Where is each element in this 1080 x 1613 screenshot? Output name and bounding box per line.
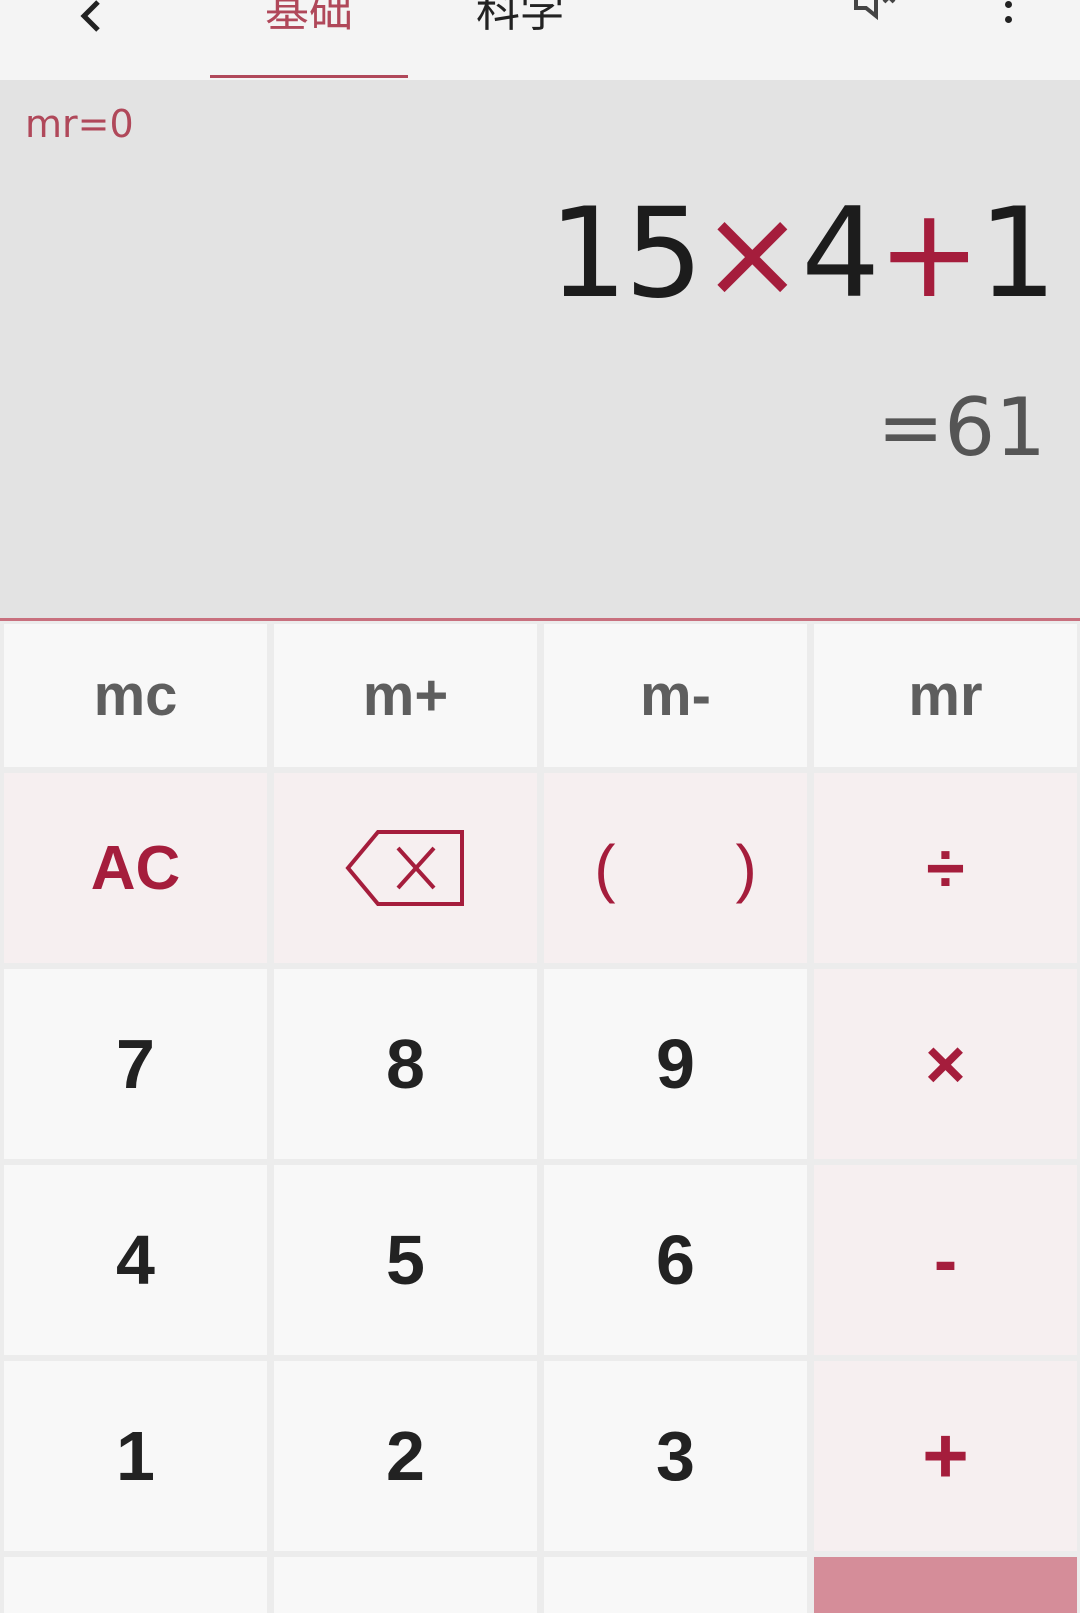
digit-3-button[interactable]: 3 [544, 1361, 807, 1551]
tab-basic[interactable]: 基础 [210, 0, 408, 52]
tab-scientific[interactable]: 科学 [420, 0, 620, 52]
bottom-key-2[interactable] [274, 1557, 537, 1613]
digit-2-button[interactable]: 2 [274, 1361, 537, 1551]
back-button[interactable] [62, 0, 122, 46]
expression-operator: + [877, 182, 981, 326]
m-minus-button[interactable]: m- [544, 624, 807, 767]
plus-button[interactable]: + [814, 1361, 1077, 1551]
clear-button[interactable]: AC [4, 773, 267, 963]
paren-open-label: ( [594, 832, 616, 904]
bottom-key-3[interactable] [544, 1557, 807, 1613]
minus-button[interactable]: - [814, 1165, 1077, 1355]
keypad: mc m+ m- mr AC ( ) ÷ 7 8 9 × 4 5 6 - 1 2… [0, 621, 1080, 1613]
digit-4-button[interactable]: 4 [4, 1165, 267, 1355]
digit-5-button[interactable]: 5 [274, 1165, 537, 1355]
paren-close-label: ) [735, 832, 757, 904]
digit-9-button[interactable]: 9 [544, 969, 807, 1159]
back-arrow-icon [80, 0, 100, 32]
backspace-icon [344, 830, 464, 906]
multiply-button[interactable]: × [814, 969, 1077, 1159]
mc-button[interactable]: mc [4, 624, 267, 767]
divide-button[interactable]: ÷ [814, 773, 1077, 963]
mute-icon [854, 0, 896, 21]
result-text: =61 [877, 381, 1046, 474]
expression-operator: × [700, 182, 804, 326]
more-options-button[interactable] [996, 0, 1020, 36]
digit-1-button[interactable]: 1 [4, 1361, 267, 1551]
backspace-button[interactable] [274, 773, 537, 963]
digit-8-button[interactable]: 8 [274, 969, 537, 1159]
parentheses-button[interactable]: ( ) [544, 773, 807, 963]
expression-operand: 15 [548, 182, 704, 326]
mute-button[interactable] [852, 0, 908, 30]
digit-6-button[interactable]: 6 [544, 1165, 807, 1355]
expression-text: 15×4+1 [549, 192, 1057, 316]
m-plus-button[interactable]: m+ [274, 624, 537, 767]
mr-button[interactable]: mr [814, 624, 1077, 767]
bottom-key-1[interactable] [4, 1557, 267, 1613]
calculator-display: mr=0 15×4+1 =61 [0, 80, 1080, 618]
expression-operand: 1 [978, 182, 1057, 326]
expression-operand: 4 [801, 182, 880, 326]
memory-indicator: mr=0 [25, 102, 134, 146]
active-tab-indicator [210, 75, 408, 78]
digit-7-button[interactable]: 7 [4, 969, 267, 1159]
equals-button[interactable] [814, 1557, 1077, 1613]
top-bar: 基础 科学 [0, 0, 1080, 80]
